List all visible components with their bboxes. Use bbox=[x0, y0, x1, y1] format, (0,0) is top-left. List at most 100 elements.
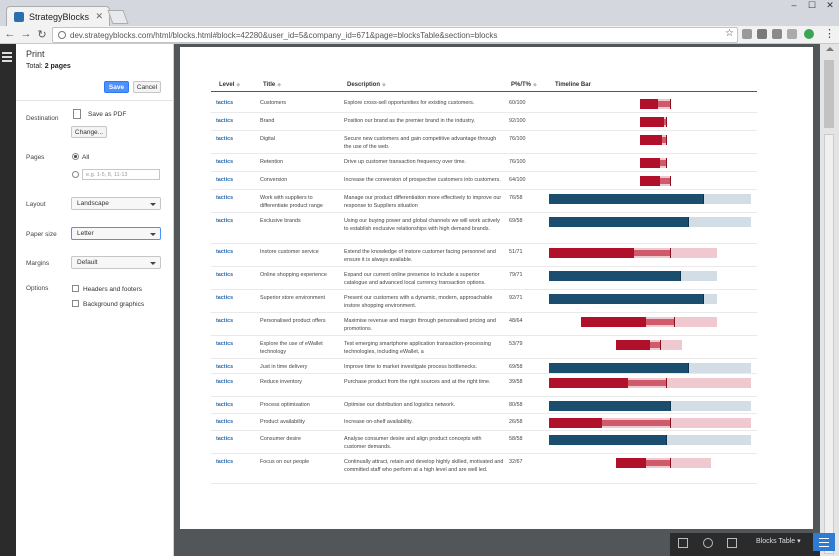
table-row[interactable]: tactics Reduce inventory Purchase product … bbox=[211, 374, 757, 397]
pages-custom-radio[interactable] bbox=[72, 171, 79, 178]
extension-icon[interactable] bbox=[757, 29, 767, 39]
timeline-bar bbox=[549, 336, 759, 358]
table-row[interactable]: tactics Work with suppliers to differenti… bbox=[211, 190, 757, 213]
headers-footers-label: Headers and footers bbox=[83, 286, 142, 293]
col-title[interactable]: Title ◆ bbox=[263, 82, 281, 88]
refresh-icon[interactable] bbox=[703, 538, 713, 548]
bookmark-star-icon[interactable]: ☆ bbox=[725, 28, 734, 39]
sort-icon: ◆ bbox=[277, 82, 282, 88]
col-level[interactable]: Level ◆ bbox=[219, 82, 240, 88]
timeline-today-marker bbox=[670, 99, 672, 109]
site-info-icon[interactable] bbox=[58, 31, 66, 39]
extension-icon[interactable] bbox=[804, 29, 814, 39]
table-row[interactable]: tactics Brand Position our brand as the pr… bbox=[211, 113, 757, 131]
back-icon[interactable]: ← bbox=[3, 28, 17, 40]
level-link[interactable]: tactics bbox=[216, 436, 233, 444]
extension-icon[interactable] bbox=[787, 29, 797, 39]
menu-icon[interactable] bbox=[2, 52, 12, 54]
table-row[interactable]: tactics Instore customer service Extend th… bbox=[211, 244, 757, 267]
level-link[interactable]: tactics bbox=[216, 402, 233, 410]
level-link[interactable]: tactics bbox=[216, 419, 233, 427]
change-destination-button[interactable]: Change... bbox=[71, 126, 107, 138]
table-row[interactable]: tactics Just in time delivery Improve time… bbox=[211, 359, 757, 374]
options-label: Options bbox=[26, 285, 49, 292]
table-row[interactable]: tactics Process optimisation Optimise our … bbox=[211, 397, 757, 414]
level-link[interactable]: tactics bbox=[216, 272, 233, 280]
pages-all-radio[interactable] bbox=[72, 153, 79, 160]
list-menu-button[interactable] bbox=[813, 533, 835, 551]
background-graphics-checkbox[interactable] bbox=[72, 300, 79, 307]
table-row[interactable]: tactics Online shopping experience Expand … bbox=[211, 267, 757, 290]
margins-select[interactable]: Default bbox=[71, 256, 161, 269]
level-link[interactable]: tactics bbox=[216, 364, 233, 372]
progress-value: 80/58 bbox=[509, 402, 523, 408]
table-row[interactable]: tactics Conversion Increase the conversion… bbox=[211, 172, 757, 190]
timeline-bar bbox=[549, 244, 759, 266]
save-button[interactable]: Save bbox=[104, 81, 129, 93]
layout-label: Layout bbox=[26, 201, 46, 208]
browser-tab[interactable]: StrategyBlocks ✕ bbox=[6, 6, 110, 26]
reload-icon[interactable]: ↻ bbox=[35, 28, 49, 41]
layout-select[interactable]: Landscape bbox=[71, 197, 161, 210]
tab-title: StrategyBlocks bbox=[29, 12, 90, 22]
scrollbar-thumb[interactable] bbox=[824, 60, 834, 128]
timeline-progress-bar bbox=[615, 340, 650, 350]
print-icon[interactable] bbox=[678, 538, 688, 548]
table-row[interactable]: tactics Focus on our people Continually at… bbox=[211, 454, 757, 484]
new-tab-button[interactable] bbox=[107, 10, 129, 24]
timeline-today-marker bbox=[670, 401, 672, 411]
level-link[interactable]: tactics bbox=[216, 218, 233, 226]
table-row[interactable]: tactics Customers Explore cross-sell oppor… bbox=[211, 95, 757, 113]
headers-footers-checkbox[interactable] bbox=[72, 285, 79, 292]
level-link[interactable]: tactics bbox=[216, 249, 233, 257]
col-timeline[interactable]: Timeline Bar bbox=[555, 82, 591, 88]
level-link[interactable]: tactics bbox=[216, 295, 233, 303]
block-description: Purchase product from the right sources … bbox=[344, 379, 491, 385]
table-row[interactable]: tactics Product availability Increase on-s… bbox=[211, 414, 757, 431]
block-description: Increase the conversion of prospective c… bbox=[344, 177, 501, 183]
col-description[interactable]: Description ◆ bbox=[347, 82, 386, 88]
level-link[interactable]: tactics bbox=[216, 459, 233, 467]
scroll-up-icon[interactable] bbox=[826, 47, 834, 51]
forward-icon[interactable]: → bbox=[19, 28, 33, 40]
cancel-button[interactable]: Cancel bbox=[133, 81, 161, 93]
level-link[interactable]: tactics bbox=[216, 159, 233, 167]
level-link[interactable]: tactics bbox=[216, 177, 233, 185]
view-selector[interactable]: Blocks Table ▾ bbox=[756, 537, 801, 545]
paper-size-select[interactable]: Letter bbox=[71, 227, 161, 240]
level-link[interactable]: tactics bbox=[216, 379, 233, 387]
extension-icon[interactable] bbox=[772, 29, 782, 39]
level-link[interactable]: tactics bbox=[216, 100, 233, 108]
level-link[interactable]: tactics bbox=[216, 136, 233, 144]
window-close-icon[interactable]: ✕ bbox=[821, 0, 839, 11]
block-title: Reduce inventory bbox=[260, 379, 302, 385]
pages-range-input[interactable]: e.g. 1-5, 8, 11-13 bbox=[82, 169, 160, 180]
progress-value: 64/100 bbox=[509, 177, 526, 183]
block-title: Product availability bbox=[260, 419, 305, 425]
col-pct[interactable]: P%/T% ◆ bbox=[511, 82, 537, 88]
table-row[interactable]: tactics Retention Drive up customer transa… bbox=[211, 154, 757, 172]
extension-icon[interactable] bbox=[742, 29, 752, 39]
bookmark-icon[interactable] bbox=[727, 538, 737, 548]
close-tab-icon[interactable]: ✕ bbox=[95, 11, 103, 22]
address-bar[interactable]: dev.strategyblocks.com/html/blocks.html#… bbox=[52, 27, 738, 43]
progress-value: 92/100 bbox=[509, 118, 526, 124]
favicon-icon bbox=[14, 12, 24, 22]
table-row[interactable]: tactics Personalised product offers Maximi… bbox=[211, 313, 757, 336]
level-link[interactable]: tactics bbox=[216, 341, 233, 349]
table-row[interactable]: tactics Consumer desire Analyse consumer d… bbox=[211, 431, 757, 454]
level-link[interactable]: tactics bbox=[216, 195, 233, 203]
timeline-bar bbox=[549, 454, 759, 483]
minimize-icon[interactable]: – bbox=[785, 0, 803, 10]
table-row[interactable]: tactics Exclusive brands Using our buying … bbox=[211, 213, 757, 244]
maximize-icon[interactable]: ☐ bbox=[803, 0, 821, 11]
preview-scrollbar[interactable] bbox=[820, 44, 839, 556]
level-link[interactable]: tactics bbox=[216, 318, 233, 326]
table-row[interactable]: tactics Digital Secure new customers and g… bbox=[211, 131, 757, 154]
timeline-progress-bar bbox=[639, 99, 659, 109]
table-row[interactable]: tactics Explore the use of eWallet techno… bbox=[211, 336, 757, 359]
table-row[interactable]: tactics Superior store environment Present… bbox=[211, 290, 757, 313]
level-link[interactable]: tactics bbox=[216, 118, 233, 126]
browser-menu-icon[interactable]: ⋮ bbox=[824, 27, 835, 40]
app-side-strip bbox=[0, 44, 16, 556]
